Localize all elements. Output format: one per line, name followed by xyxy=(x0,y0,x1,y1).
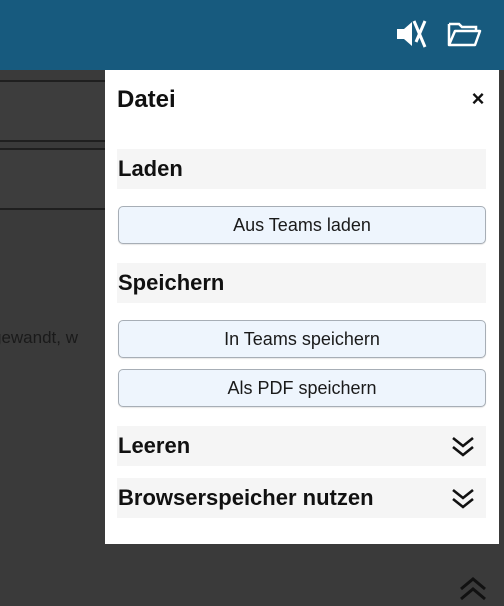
top-toolbar xyxy=(0,0,504,70)
section-title: Speichern xyxy=(118,270,225,295)
section-browserspeicher[interactable]: Browserspeicher nutzen xyxy=(117,478,486,518)
mute-icon[interactable] xyxy=(392,16,428,52)
save-to-teams-button[interactable]: In Teams speichern xyxy=(118,320,486,358)
load-from-teams-button[interactable]: Aus Teams laden xyxy=(118,206,486,244)
file-panel: Datei × Laden Aus Teams laden Speichern … xyxy=(105,70,499,544)
background-field xyxy=(0,148,105,210)
double-chevron-down-icon[interactable] xyxy=(450,434,476,460)
section-title: Laden xyxy=(118,156,183,181)
panel-title: Datei xyxy=(117,86,176,113)
folder-open-icon[interactable] xyxy=(446,16,482,52)
save-as-pdf-button[interactable]: Als PDF speichern xyxy=(118,369,486,407)
section-title: Leeren xyxy=(118,433,191,458)
section-leeren[interactable]: Leeren xyxy=(117,426,486,466)
section-speichern: Speichern xyxy=(117,263,486,303)
section-title: Browserspeicher nutzen xyxy=(118,485,374,510)
double-chevron-up-icon[interactable] xyxy=(455,575,491,606)
background-text: gewandt, w xyxy=(0,328,78,347)
background-field xyxy=(0,80,105,142)
close-button[interactable]: × xyxy=(465,86,491,112)
section-laden: Laden xyxy=(117,149,486,189)
double-chevron-down-icon[interactable] xyxy=(450,486,476,512)
